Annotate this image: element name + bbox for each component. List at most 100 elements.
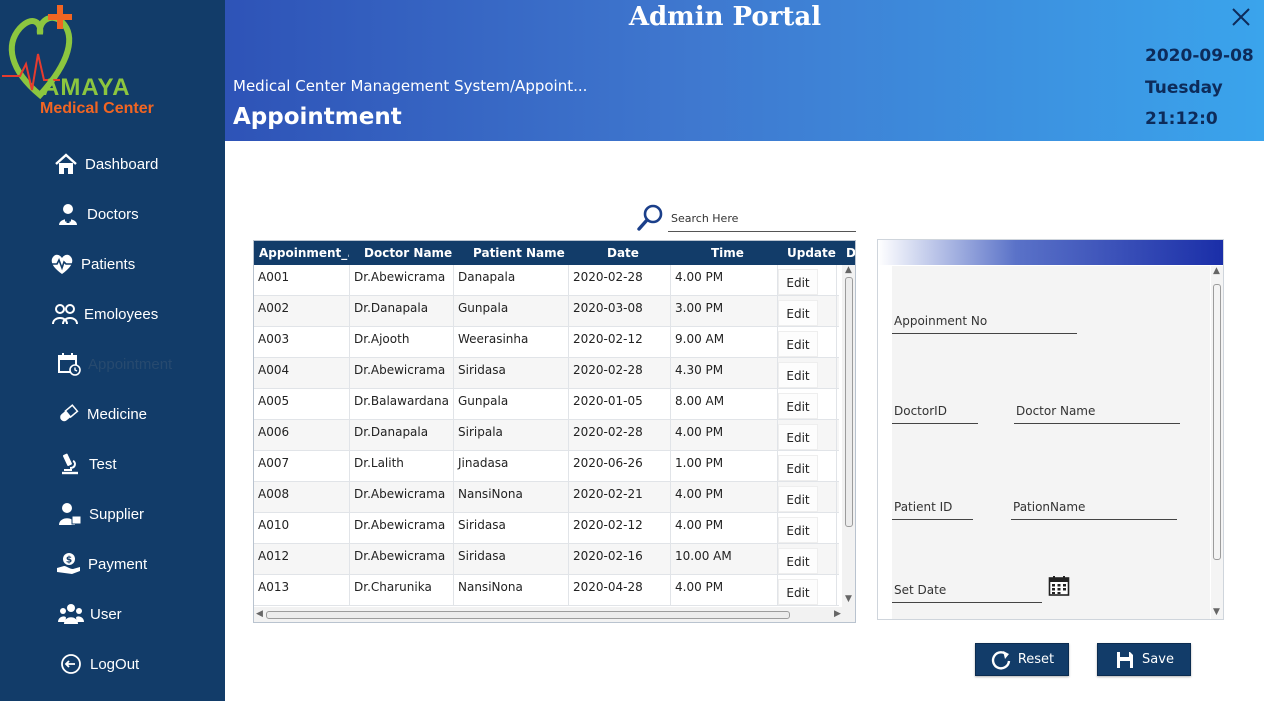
table-cell-update: Edit: [778, 513, 837, 544]
table-cell: Weerasinha: [454, 327, 569, 358]
table-cell: A008: [254, 482, 350, 513]
calendar-icon[interactable]: [1048, 575, 1070, 597]
column-header-doctor-name[interactable]: Doctor Name: [364, 241, 464, 265]
patient-id-field[interactable]: [892, 494, 973, 520]
column-header-date[interactable]: Date: [607, 241, 667, 265]
search-icon[interactable]: [636, 202, 666, 232]
sidebar-item-dashboard[interactable]: Dashboard: [0, 142, 225, 186]
sidebar-item-user[interactable]: User: [0, 592, 225, 636]
table-cell: Dr.Ajooth: [350, 327, 454, 358]
table-row[interactable]: A001 Dr.Abewicrama Danapala 2020-02-28 4.00 …: [254, 265, 839, 296]
edit-button[interactable]: Edit: [778, 486, 818, 512]
column-header-update[interactable]: Update: [787, 241, 837, 265]
table-row[interactable]: A003 Dr.Ajooth Weerasinha 2020-02-12 9.00 AM…: [254, 327, 839, 358]
table-cell: 4.30 PM: [671, 358, 778, 389]
sidebar-item-test[interactable]: Test: [0, 442, 225, 486]
table-row[interactable]: A002 Dr.Danapala Gunpala 2020-03-08 3.00 PM E…: [254, 296, 839, 327]
sidebar-item-appointment[interactable]: Appointment: [0, 342, 225, 386]
appointment-form-panel: ▲ ▼: [877, 239, 1224, 620]
scroll-up-icon[interactable]: ▲: [1213, 266, 1220, 276]
search-input[interactable]: [668, 206, 856, 232]
sidebar-item-patients[interactable]: Patients: [0, 242, 225, 286]
column-header-delete[interactable]: D: [846, 241, 855, 265]
scroll-left-icon[interactable]: ◀: [256, 609, 263, 619]
table-cell: 8.00 AM: [671, 389, 778, 420]
sidebar-item-label: Payment: [88, 555, 148, 573]
table-row[interactable]: A010 Dr.Abewicrama Siridasa 2020-02-12 4.00 …: [254, 513, 839, 544]
logout-icon: [58, 651, 84, 677]
table-cell: 1.00 PM: [671, 451, 778, 482]
sidebar-item-employees[interactable]: Emoloyees: [0, 292, 225, 336]
sidebar-item-label: Test: [89, 455, 117, 473]
microscope-icon: [57, 451, 83, 477]
scrollbar-thumb[interactable]: [1213, 284, 1221, 560]
edit-button[interactable]: Edit: [778, 548, 818, 574]
scrollbar-thumb[interactable]: [266, 611, 790, 619]
scroll-up-icon[interactable]: ▲: [845, 265, 852, 275]
table-cell: 2020-02-28: [569, 420, 671, 451]
table-cell: A005: [254, 389, 350, 420]
table-cell: 2020-04-28: [569, 575, 671, 606]
home-icon: [53, 151, 79, 177]
table-row[interactable]: A006 Dr.Danapala Siripala 2020-02-28 4.00 PM…: [254, 420, 839, 451]
edit-button[interactable]: Edit: [778, 455, 818, 481]
sidebar-item-supplier[interactable]: Supplier: [0, 492, 225, 536]
table-cell: 2020-02-12: [569, 327, 671, 358]
sidebar-item-label: Supplier: [89, 505, 145, 523]
table-cell: Danapala: [454, 265, 569, 296]
table-cell: A002: [254, 296, 350, 327]
svg-text:$: $: [66, 556, 72, 566]
heart-pulse-icon: [49, 251, 75, 277]
edit-button[interactable]: Edit: [778, 362, 818, 388]
column-header-appointment-id[interactable]: Appoinment_...: [259, 241, 349, 265]
table-row[interactable]: A012 Dr.Abewicrama Siridasa 2020-02-16 10.00…: [254, 544, 839, 575]
sidebar-item-payment[interactable]: $ Payment: [0, 542, 225, 586]
column-header-patient-name[interactable]: Patient Name: [473, 241, 573, 265]
appointment-no-field[interactable]: [892, 308, 1077, 334]
edit-button[interactable]: Edit: [778, 269, 818, 295]
scroll-right-icon[interactable]: ▶: [834, 609, 841, 619]
edit-button[interactable]: Edit: [778, 300, 818, 326]
sidebar-item-medicine[interactable]: Medicine: [0, 392, 225, 436]
page-title: Appointment: [233, 104, 402, 130]
save-button[interactable]: Save: [1097, 643, 1191, 676]
table-cell: 3.00 PM: [671, 296, 778, 327]
table-row[interactable]: A004 Dr.Abewicrama Siridasa 2020-02-28 4.30 …: [254, 358, 839, 389]
sidebar-item-label: Patients: [81, 255, 136, 273]
table-cell-update: Edit: [778, 420, 837, 451]
edit-button[interactable]: Edit: [778, 579, 818, 605]
scroll-down-icon[interactable]: ▼: [1213, 607, 1220, 617]
table-cell: Dr.Abewicrama: [350, 513, 454, 544]
patient-name-field[interactable]: [1011, 494, 1177, 520]
doctor-id-field[interactable]: [892, 398, 978, 424]
table-cell: A001: [254, 265, 350, 296]
table-cell: 2020-02-16: [569, 544, 671, 575]
table-row[interactable]: A005 Dr.Balawardana Gunpala 2020-01-05 8.00 …: [254, 389, 839, 420]
sidebar-item-doctors[interactable]: Doctors: [0, 192, 225, 236]
table-row[interactable]: A008 Dr.Abewicrama NansiNona 2020-02-21 4.00…: [254, 482, 839, 513]
set-date-field[interactable]: [892, 577, 1042, 603]
sidebar-item-logout[interactable]: LogOut: [0, 642, 225, 686]
edit-button[interactable]: Edit: [778, 517, 818, 543]
edit-button[interactable]: Edit: [778, 393, 818, 419]
table-cell: 4.00 PM: [671, 482, 778, 513]
table-cell-update: Edit: [778, 296, 837, 327]
scroll-down-icon[interactable]: ▼: [845, 594, 852, 604]
table-horizontal-scrollbar[interactable]: ◀ ▶: [254, 607, 855, 622]
reset-button[interactable]: Reset: [975, 643, 1069, 676]
column-header-time[interactable]: Time: [711, 241, 771, 265]
scrollbar-thumb[interactable]: [845, 277, 853, 527]
pill-icon: [55, 401, 81, 427]
doctor-name-field[interactable]: [1014, 398, 1180, 424]
close-icon[interactable]: [1230, 6, 1252, 28]
edit-button[interactable]: Edit: [778, 424, 818, 450]
table-cell: A010: [254, 513, 350, 544]
sidebar-item-label: Medicine: [87, 405, 148, 423]
table-cell: 4.00 PM: [671, 513, 778, 544]
table-cell: 2020-02-21: [569, 482, 671, 513]
table-vertical-scrollbar[interactable]: ▲ ▼: [842, 265, 855, 607]
table-row[interactable]: A013 Dr.Charunika NansiNona 2020-04-28 4.00 …: [254, 575, 839, 606]
edit-button[interactable]: Edit: [778, 331, 818, 357]
table-row[interactable]: A007 Dr.Lalith Jinadasa 2020-06-26 1.00 PM Ed…: [254, 451, 839, 482]
form-vertical-scrollbar[interactable]: ▲ ▼: [1211, 266, 1223, 619]
